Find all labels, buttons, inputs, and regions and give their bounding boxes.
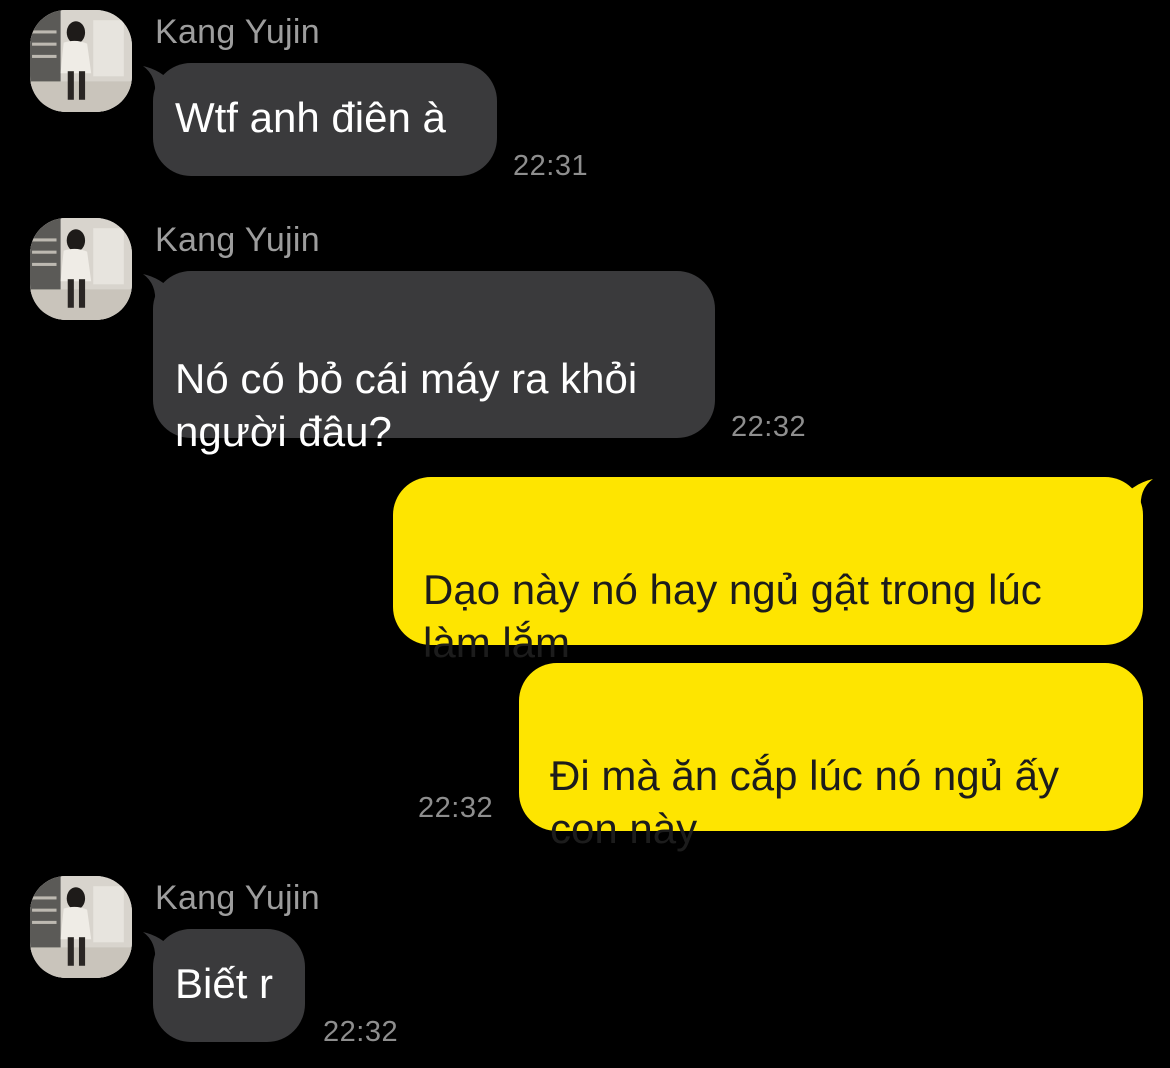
message-time: 22:32	[731, 411, 807, 443]
message-time: 22:32	[418, 792, 494, 824]
message-text: Biết r	[175, 960, 274, 1007]
avatar[interactable]	[30, 218, 132, 320]
message-bubble-incoming[interactable]: Nó có bỏ cái máy ra khỏi người đâu?	[153, 271, 715, 455]
avatar[interactable]	[30, 10, 132, 112]
sender-name: Kang Yujin	[155, 221, 320, 259]
message-text: Dạo này nó hay ngủ gật trong lúc làm lắm	[423, 566, 1042, 666]
message-bubble-outgoing[interactable]: Dạo này nó hay ngủ gật trong lúc làm lắm	[393, 477, 1143, 666]
message-text: Đi mà ăn cắp lúc nó ngủ ấy con này	[550, 752, 1059, 852]
profile-photo-icon	[30, 10, 132, 112]
message-text: Wtf anh điên à	[175, 94, 446, 141]
message-bubble-outgoing[interactable]: Đi mà ăn cắp lúc nó ngủ ấy con này	[519, 663, 1143, 852]
sender-name: Kang Yujin	[155, 13, 320, 51]
profile-photo-icon	[30, 218, 132, 320]
message-bubble-incoming[interactable]: Wtf anh điên à	[153, 63, 497, 176]
message-time: 22:32	[323, 1016, 399, 1048]
message-bubble-incoming[interactable]: Biết r	[153, 929, 305, 1042]
sender-name: Kang Yujin	[155, 879, 320, 917]
message-text: Nó có bỏ cái máy ra khỏi người đâu?	[175, 355, 638, 455]
message-time: 22:31	[513, 150, 589, 182]
avatar[interactable]	[30, 876, 132, 978]
profile-photo-icon	[30, 876, 132, 978]
